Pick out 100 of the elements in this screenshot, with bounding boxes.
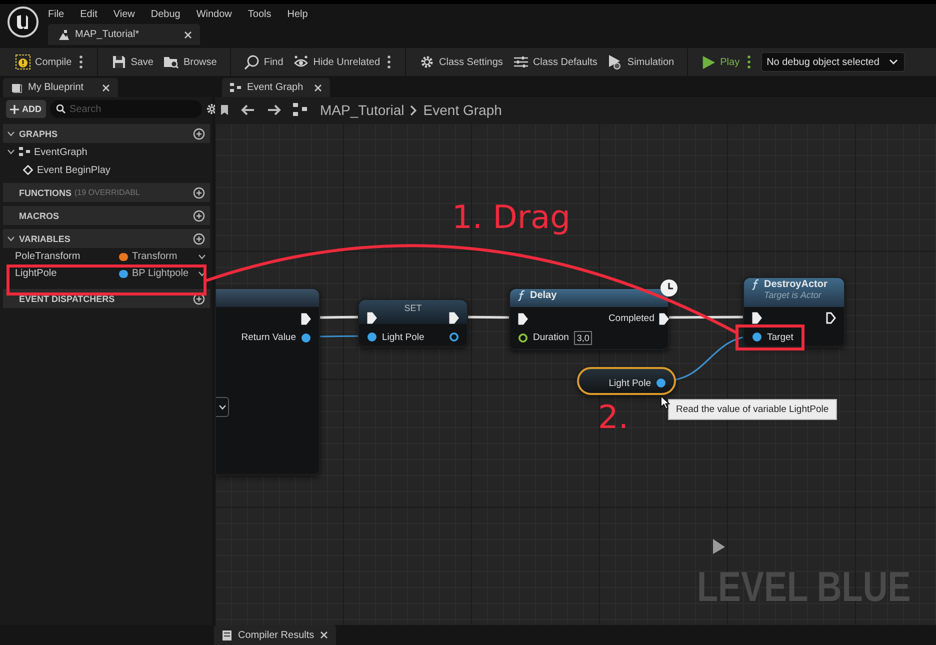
find-button[interactable]: Find: [238, 50, 288, 74]
close-icon[interactable]: [184, 30, 192, 38]
menu-item[interactable]: File: [48, 8, 72, 20]
menu-item[interactable]: Tools: [240, 8, 280, 20]
menu-item[interactable]: Debug: [142, 8, 188, 20]
search-icon: [244, 54, 260, 70]
graph-node[interactable]: Return Value: [215, 288, 320, 475]
add-button[interactable]: ADD: [6, 100, 46, 118]
pin-label: Light Pole: [608, 378, 651, 388]
pin-value-field[interactable]: 3,0: [574, 330, 592, 344]
section-header[interactable]: GRAPHS: [3, 124, 210, 143]
variable-item[interactable]: LightPole BP Lightpole: [3, 265, 210, 282]
dropdown-field[interactable]: [216, 397, 229, 417]
debug-object-dropdown[interactable]: No debug object selected: [760, 52, 906, 72]
variable-name: LightPole: [15, 268, 58, 279]
exec-pin[interactable]: [518, 312, 528, 324]
pin-label: Return Value: [241, 332, 296, 343]
tree-item[interactable]: EventGraph: [3, 143, 210, 161]
sliders-icon: [512, 54, 529, 70]
graph-node[interactable]: SET Light Pole: [358, 299, 468, 347]
highlight-box: [736, 324, 804, 350]
chevron-down-icon: [889, 59, 898, 65]
variable-name: PoleTransform: [15, 251, 82, 262]
pin-label: Target: [767, 332, 794, 342]
plus-icon: [10, 104, 19, 114]
exec-pin[interactable]: [826, 312, 836, 324]
save-button[interactable]: Save: [106, 50, 158, 74]
settings-button[interactable]: Class Settings: [414, 50, 508, 74]
variable-type: Transform: [132, 251, 178, 262]
search-icon: [56, 104, 66, 114]
annotation-text: 1. Drag: [452, 198, 570, 236]
close-icon[interactable]: [102, 84, 110, 92]
graph-tab[interactable]: Event Graph: [222, 78, 330, 97]
add-icon[interactable]: [193, 186, 205, 198]
section-title: MACROS: [19, 210, 59, 220]
chevron-down-icon[interactable]: [198, 254, 206, 260]
compiler-results-tab[interactable]: Compiler Results: [214, 625, 336, 645]
add-icon[interactable]: [193, 232, 205, 244]
exec-pin[interactable]: [659, 312, 670, 324]
annotation-text: 2.: [598, 398, 629, 436]
object-pin[interactable]: [301, 332, 311, 344]
section-header[interactable]: VARIABLES: [3, 229, 210, 248]
exec-pin[interactable]: [752, 312, 762, 324]
back-arrow-icon[interactable]: [241, 104, 255, 116]
menu-item[interactable]: View: [105, 8, 143, 20]
object-pin[interactable]: [752, 331, 762, 343]
section-header[interactable]: MACROS: [3, 206, 210, 225]
node-title: DestroyActor: [764, 279, 828, 290]
book-icon: [11, 82, 22, 92]
search-field[interactable]: Search: [50, 100, 202, 118]
object-pin[interactable]: [656, 377, 666, 389]
menu-item[interactable]: Edit: [72, 8, 106, 20]
breadcrumb-item[interactable]: Event Graph: [423, 102, 502, 118]
chevron-down-icon[interactable]: [198, 270, 206, 276]
float-pin[interactable]: [518, 332, 528, 344]
graph-icon: [230, 82, 241, 92]
add-icon[interactable]: [193, 128, 205, 140]
bookmark-icon[interactable]: [220, 104, 229, 116]
function-icon: [518, 290, 525, 301]
menu-item[interactable]: Help: [279, 8, 316, 20]
section-header[interactable]: FUNCTIONS (19 OVERRIDABL: [3, 183, 210, 202]
tooltip: Read the value of variable LightPole: [668, 399, 837, 420]
tree-item[interactable]: Event BeginPlay: [3, 161, 210, 179]
menu-item[interactable]: Window: [188, 8, 240, 20]
add-icon[interactable]: [193, 292, 205, 304]
more-icon[interactable]: [78, 55, 83, 69]
node-title: Delay: [530, 290, 557, 301]
object-pin[interactable]: [367, 331, 377, 343]
close-icon[interactable]: [314, 84, 322, 92]
browse-button[interactable]: Browse: [158, 50, 222, 74]
graph-node[interactable]: DestroyActor Target is Actor Target: [743, 277, 845, 347]
more-icon[interactable]: [746, 55, 751, 69]
node-title: SET: [404, 303, 422, 313]
cursor-icon: [712, 538, 726, 555]
close-icon[interactable]: [320, 631, 328, 639]
graph-icon: [19, 147, 30, 157]
compile-button[interactable]: Compile: [10, 50, 77, 74]
exec-pin[interactable]: [301, 312, 311, 324]
object-pin[interactable]: [449, 331, 459, 343]
more-icon[interactable]: [387, 55, 392, 69]
function-icon: [752, 279, 759, 290]
variable-item[interactable]: PoleTransform Transform: [3, 248, 210, 265]
exec-pin[interactable]: [449, 312, 459, 324]
document-tab[interactable]: MAP_Tutorial*: [48, 24, 200, 45]
simulation-button[interactable]: Simulation: [602, 50, 680, 74]
hide-button[interactable]: Hide Unrelated: [288, 50, 386, 74]
chevron-down-icon: [218, 404, 226, 410]
forward-arrow-icon[interactable]: [267, 104, 281, 116]
engine-logo[interactable]: [7, 6, 39, 38]
graph-node[interactable]: Delay Duration 3,0 Completed: [509, 288, 669, 350]
add-icon[interactable]: [193, 210, 205, 222]
settings-icon[interactable]: [206, 103, 218, 115]
defaults-button[interactable]: Class Defaults: [508, 50, 602, 74]
play-button[interactable]: Play: [696, 50, 745, 74]
panel-tab[interactable]: My Blueprint: [3, 78, 118, 97]
breadcrumb-item[interactable]: MAP_Tutorial: [320, 102, 404, 118]
section-title: FUNCTIONS: [19, 188, 72, 198]
exec-pin[interactable]: [367, 312, 377, 324]
graph-node[interactable]: Light Pole: [577, 367, 676, 395]
document-icon: [222, 630, 232, 640]
